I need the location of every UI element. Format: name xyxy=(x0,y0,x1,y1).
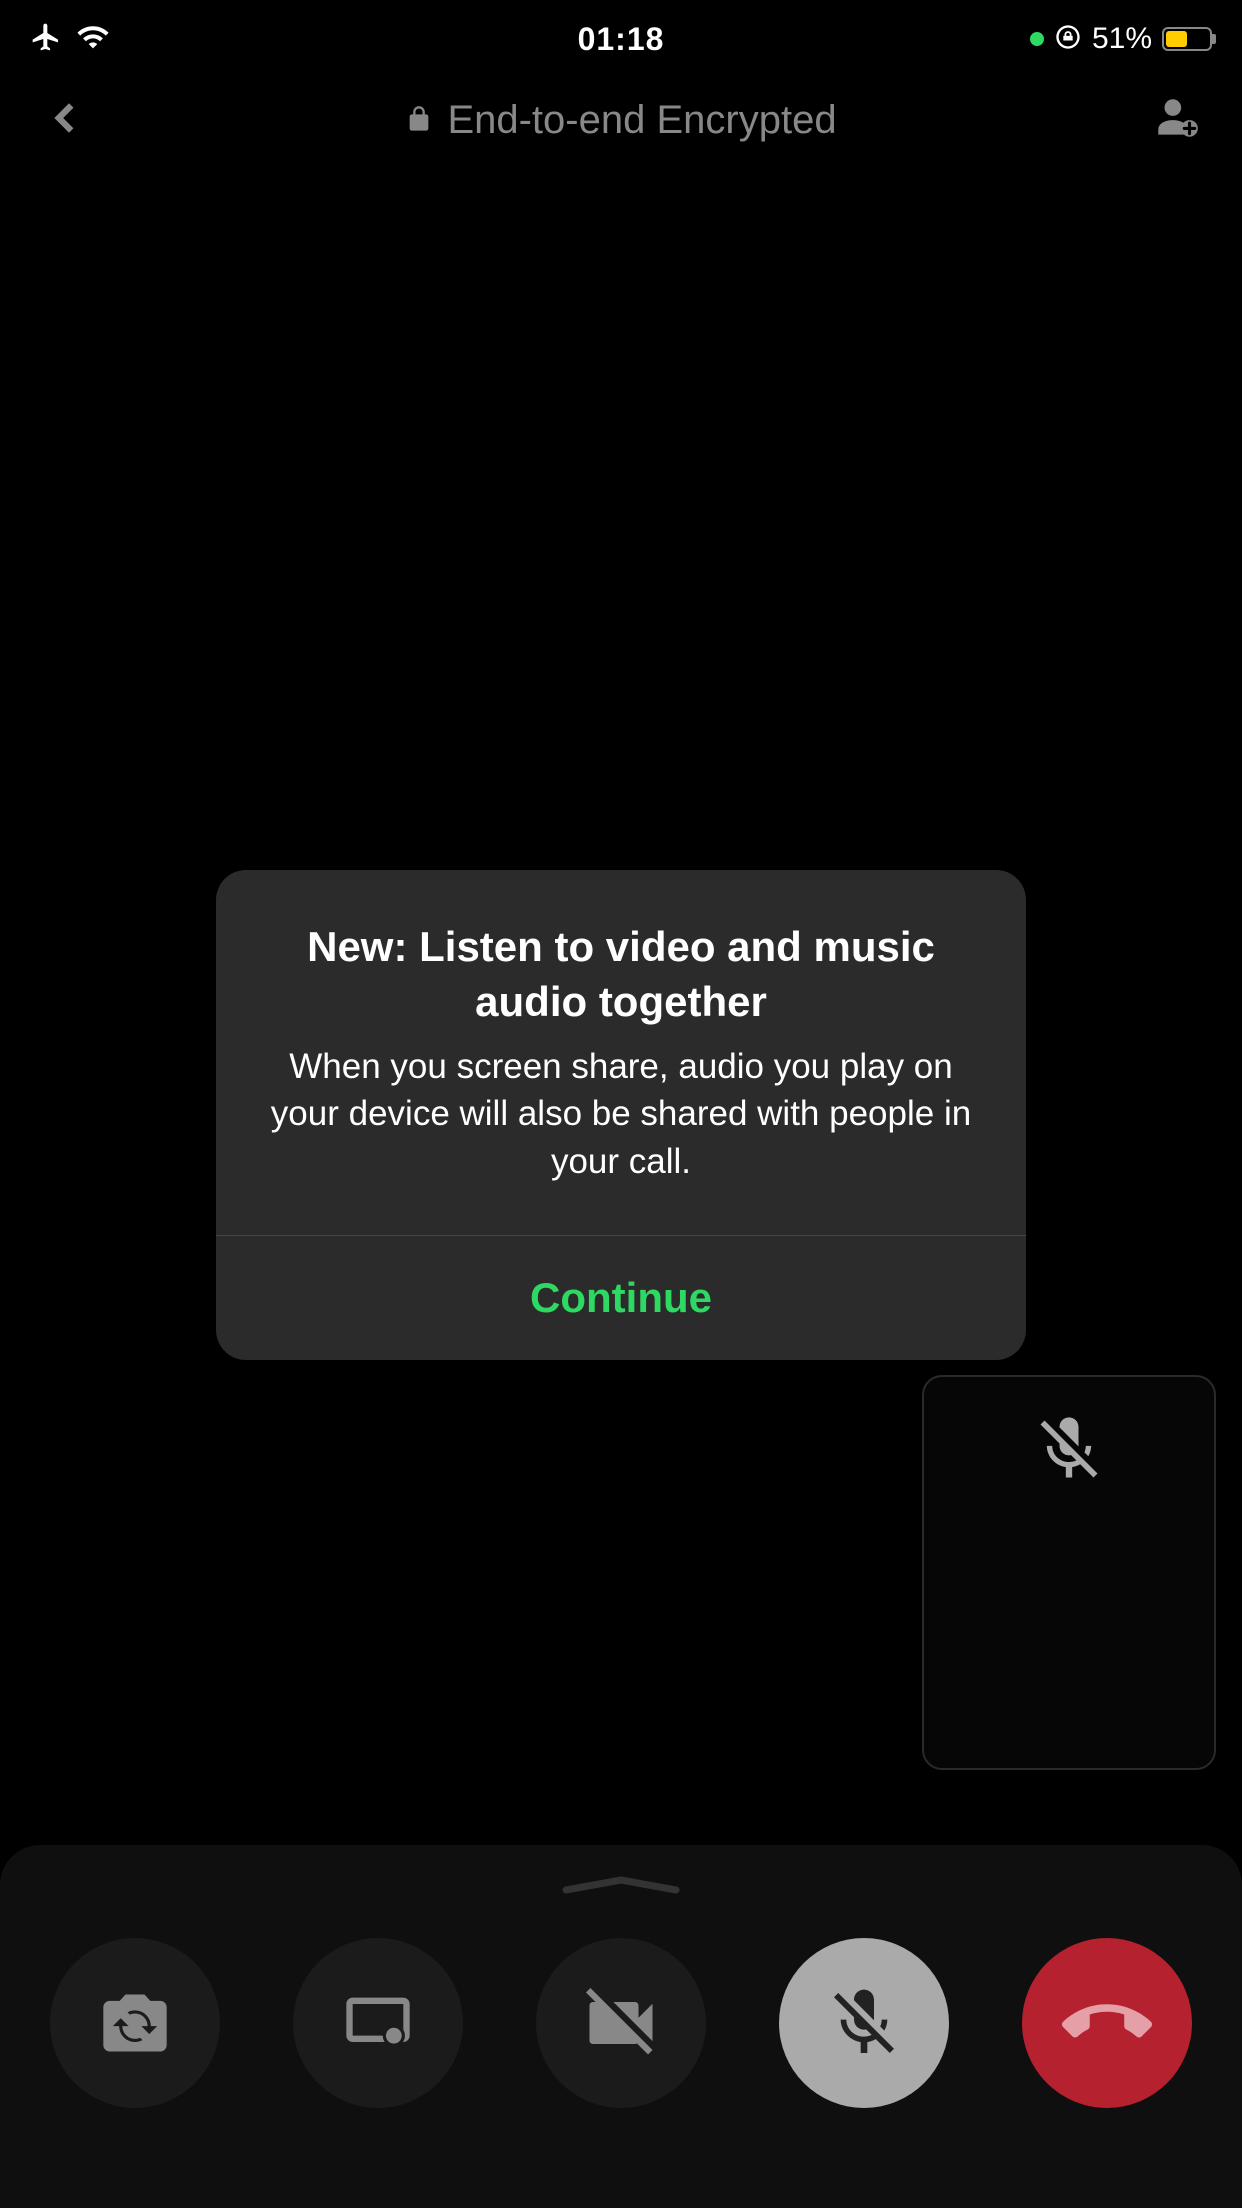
flip-camera-button[interactable] xyxy=(50,1938,220,2108)
sheet-grabber[interactable] xyxy=(561,1875,681,1883)
wifi-icon xyxy=(76,20,110,59)
call-header: End-to-end Encrypted xyxy=(0,60,1242,180)
toggle-mute-button[interactable] xyxy=(779,1938,949,2108)
dialog-body: When you screen share, audio you play on… xyxy=(256,1043,986,1185)
dialog-title: New: Listen to video and music audio tog… xyxy=(256,920,986,1029)
back-button[interactable] xyxy=(40,93,90,148)
orientation-lock-icon xyxy=(1054,23,1082,56)
add-participant-button[interactable] xyxy=(1152,93,1202,148)
dialog-content: New: Listen to video and music audio tog… xyxy=(216,870,1026,1235)
recording-indicator-icon xyxy=(1030,32,1044,46)
battery-percent: 51% xyxy=(1092,22,1152,56)
toggle-video-button[interactable] xyxy=(536,1938,706,2108)
encryption-label: End-to-end Encrypted xyxy=(405,98,836,143)
continue-button[interactable]: Continue xyxy=(216,1236,1026,1360)
battery-icon xyxy=(1162,27,1212,51)
screen-share-button[interactable] xyxy=(293,1938,463,2108)
control-buttons-row xyxy=(50,1938,1192,2108)
mic-muted-icon xyxy=(1031,1411,1107,1492)
self-view-thumbnail[interactable] xyxy=(922,1375,1216,1770)
feature-announcement-dialog: New: Listen to video and music audio tog… xyxy=(216,870,1026,1360)
end-call-button[interactable] xyxy=(1022,1938,1192,2108)
lock-icon xyxy=(405,98,433,143)
status-left xyxy=(30,20,110,59)
status-time: 01:18 xyxy=(578,21,665,58)
encryption-text: End-to-end Encrypted xyxy=(447,98,836,143)
status-bar: 01:18 51% xyxy=(0,0,1242,60)
airplane-icon xyxy=(30,21,62,58)
status-right: 51% xyxy=(1030,22,1212,56)
call-controls-sheet xyxy=(0,1845,1242,2208)
